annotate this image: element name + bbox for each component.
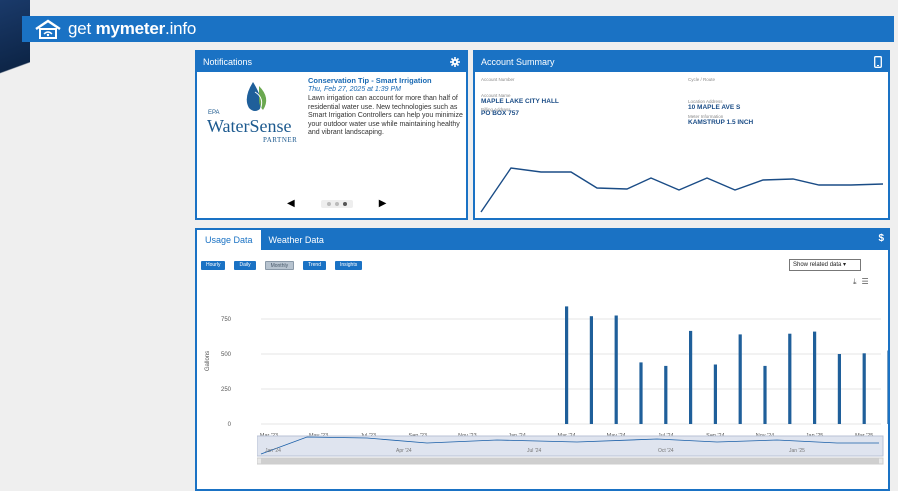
navigator-label: Oct '24 — [658, 448, 674, 454]
carousel-dot[interactable] — [334, 201, 339, 206]
mobile-phone-icon[interactable] — [874, 56, 882, 68]
trend-button[interactable]: Trend — [303, 261, 326, 270]
carousel-dot[interactable] — [342, 201, 347, 206]
carousel-prev-icon[interactable]: ◀ — [287, 198, 295, 209]
carousel-controls: ◀ ▶ — [287, 198, 386, 209]
account-summary-title: Account Summary — [481, 57, 555, 67]
tip-date: Thu, Feb 27, 2025 at 1:39 PM — [308, 86, 402, 93]
usage-bar — [664, 365, 668, 424]
account-name: MAPLE LAKE CITY HALL — [481, 98, 559, 105]
y-tick-label: 250 — [221, 387, 232, 393]
carousel-next-icon[interactable]: ▶ — [379, 198, 387, 209]
related-data-select[interactable]: Show related data ▾ — [789, 259, 861, 271]
usage-bar — [763, 365, 767, 424]
navigator-label: Jul '24 — [527, 448, 542, 454]
navigator-label: Jan '25 — [789, 448, 805, 454]
usage-bar — [639, 362, 643, 424]
location-address: 10 MAPLE AVE S — [688, 104, 741, 111]
usage-panel: Usage Data Weather Data $ Hourly Daily M… — [195, 228, 890, 491]
interval-buttons: Hourly Daily Monthly Trend Insights — [201, 261, 363, 270]
usage-bar — [614, 315, 618, 424]
usage-bar — [837, 354, 841, 424]
usage-bar — [887, 350, 888, 424]
tip-body: Lawn irrigation can account for more tha… — [308, 95, 463, 136]
usage-bar — [738, 334, 742, 424]
usage-bar — [813, 331, 817, 424]
top-bar: get mymeter.info — [22, 16, 894, 42]
y-tick-label: 500 — [221, 352, 232, 358]
tab-weather-data[interactable]: Weather Data — [261, 230, 332, 250]
water-drop-icon — [246, 82, 267, 111]
navigator-label: Jan '24 — [265, 448, 281, 454]
daily-button[interactable]: Daily — [234, 261, 256, 270]
usage-bar — [788, 333, 792, 424]
usage-bar — [862, 353, 866, 424]
usage-bar — [713, 364, 717, 424]
y-axis-label: Gallons — [205, 351, 211, 371]
home-logo-icon[interactable] — [34, 19, 62, 39]
tip-title: Conservation Tip - Smart Irrigation — [308, 76, 432, 85]
carousel-dot[interactable] — [326, 201, 331, 206]
gear-icon[interactable] — [450, 57, 460, 67]
notification-message: Conservation Tip - Smart Irrigation Thu,… — [308, 76, 466, 138]
hourly-button[interactable]: Hourly — [201, 261, 226, 270]
usage-sparkline — [480, 167, 884, 213]
notifications-title: Notifications — [203, 57, 253, 67]
carousel-dots — [320, 199, 353, 208]
tab-usage-data[interactable]: Usage Data — [197, 230, 261, 250]
chart-navigator[interactable]: Jan '24 Apr '24 Jul '24 Oct '24 Jan '25 — [257, 434, 885, 468]
billing-dollar-icon[interactable]: $ — [878, 233, 884, 244]
account-summary-panel: Account Summary Account Number Cycle / R… — [473, 50, 890, 220]
meter-info: KAMSTRUP 1.5 INCH — [688, 119, 754, 126]
app-title[interactable]: get mymeter.info — [68, 19, 196, 39]
monthly-button[interactable]: Monthly — [264, 261, 295, 270]
y-tick-label: 0 — [228, 422, 232, 428]
usage-bar — [565, 306, 569, 424]
usage-bar — [689, 330, 693, 424]
navigator-label: Apr '24 — [396, 448, 412, 454]
usage-bar — [589, 316, 593, 424]
usage-tabs: Usage Data Weather Data $ — [197, 230, 888, 250]
notifications-panel: Notifications EPA WaterSense PARTNER Con… — [195, 50, 468, 220]
billing-address: PO BOX 757 — [481, 110, 519, 117]
navigator-scroll-thumb — [261, 458, 879, 464]
insights-button[interactable]: Insights — [334, 261, 363, 270]
y-tick-label: 750 — [221, 317, 232, 323]
